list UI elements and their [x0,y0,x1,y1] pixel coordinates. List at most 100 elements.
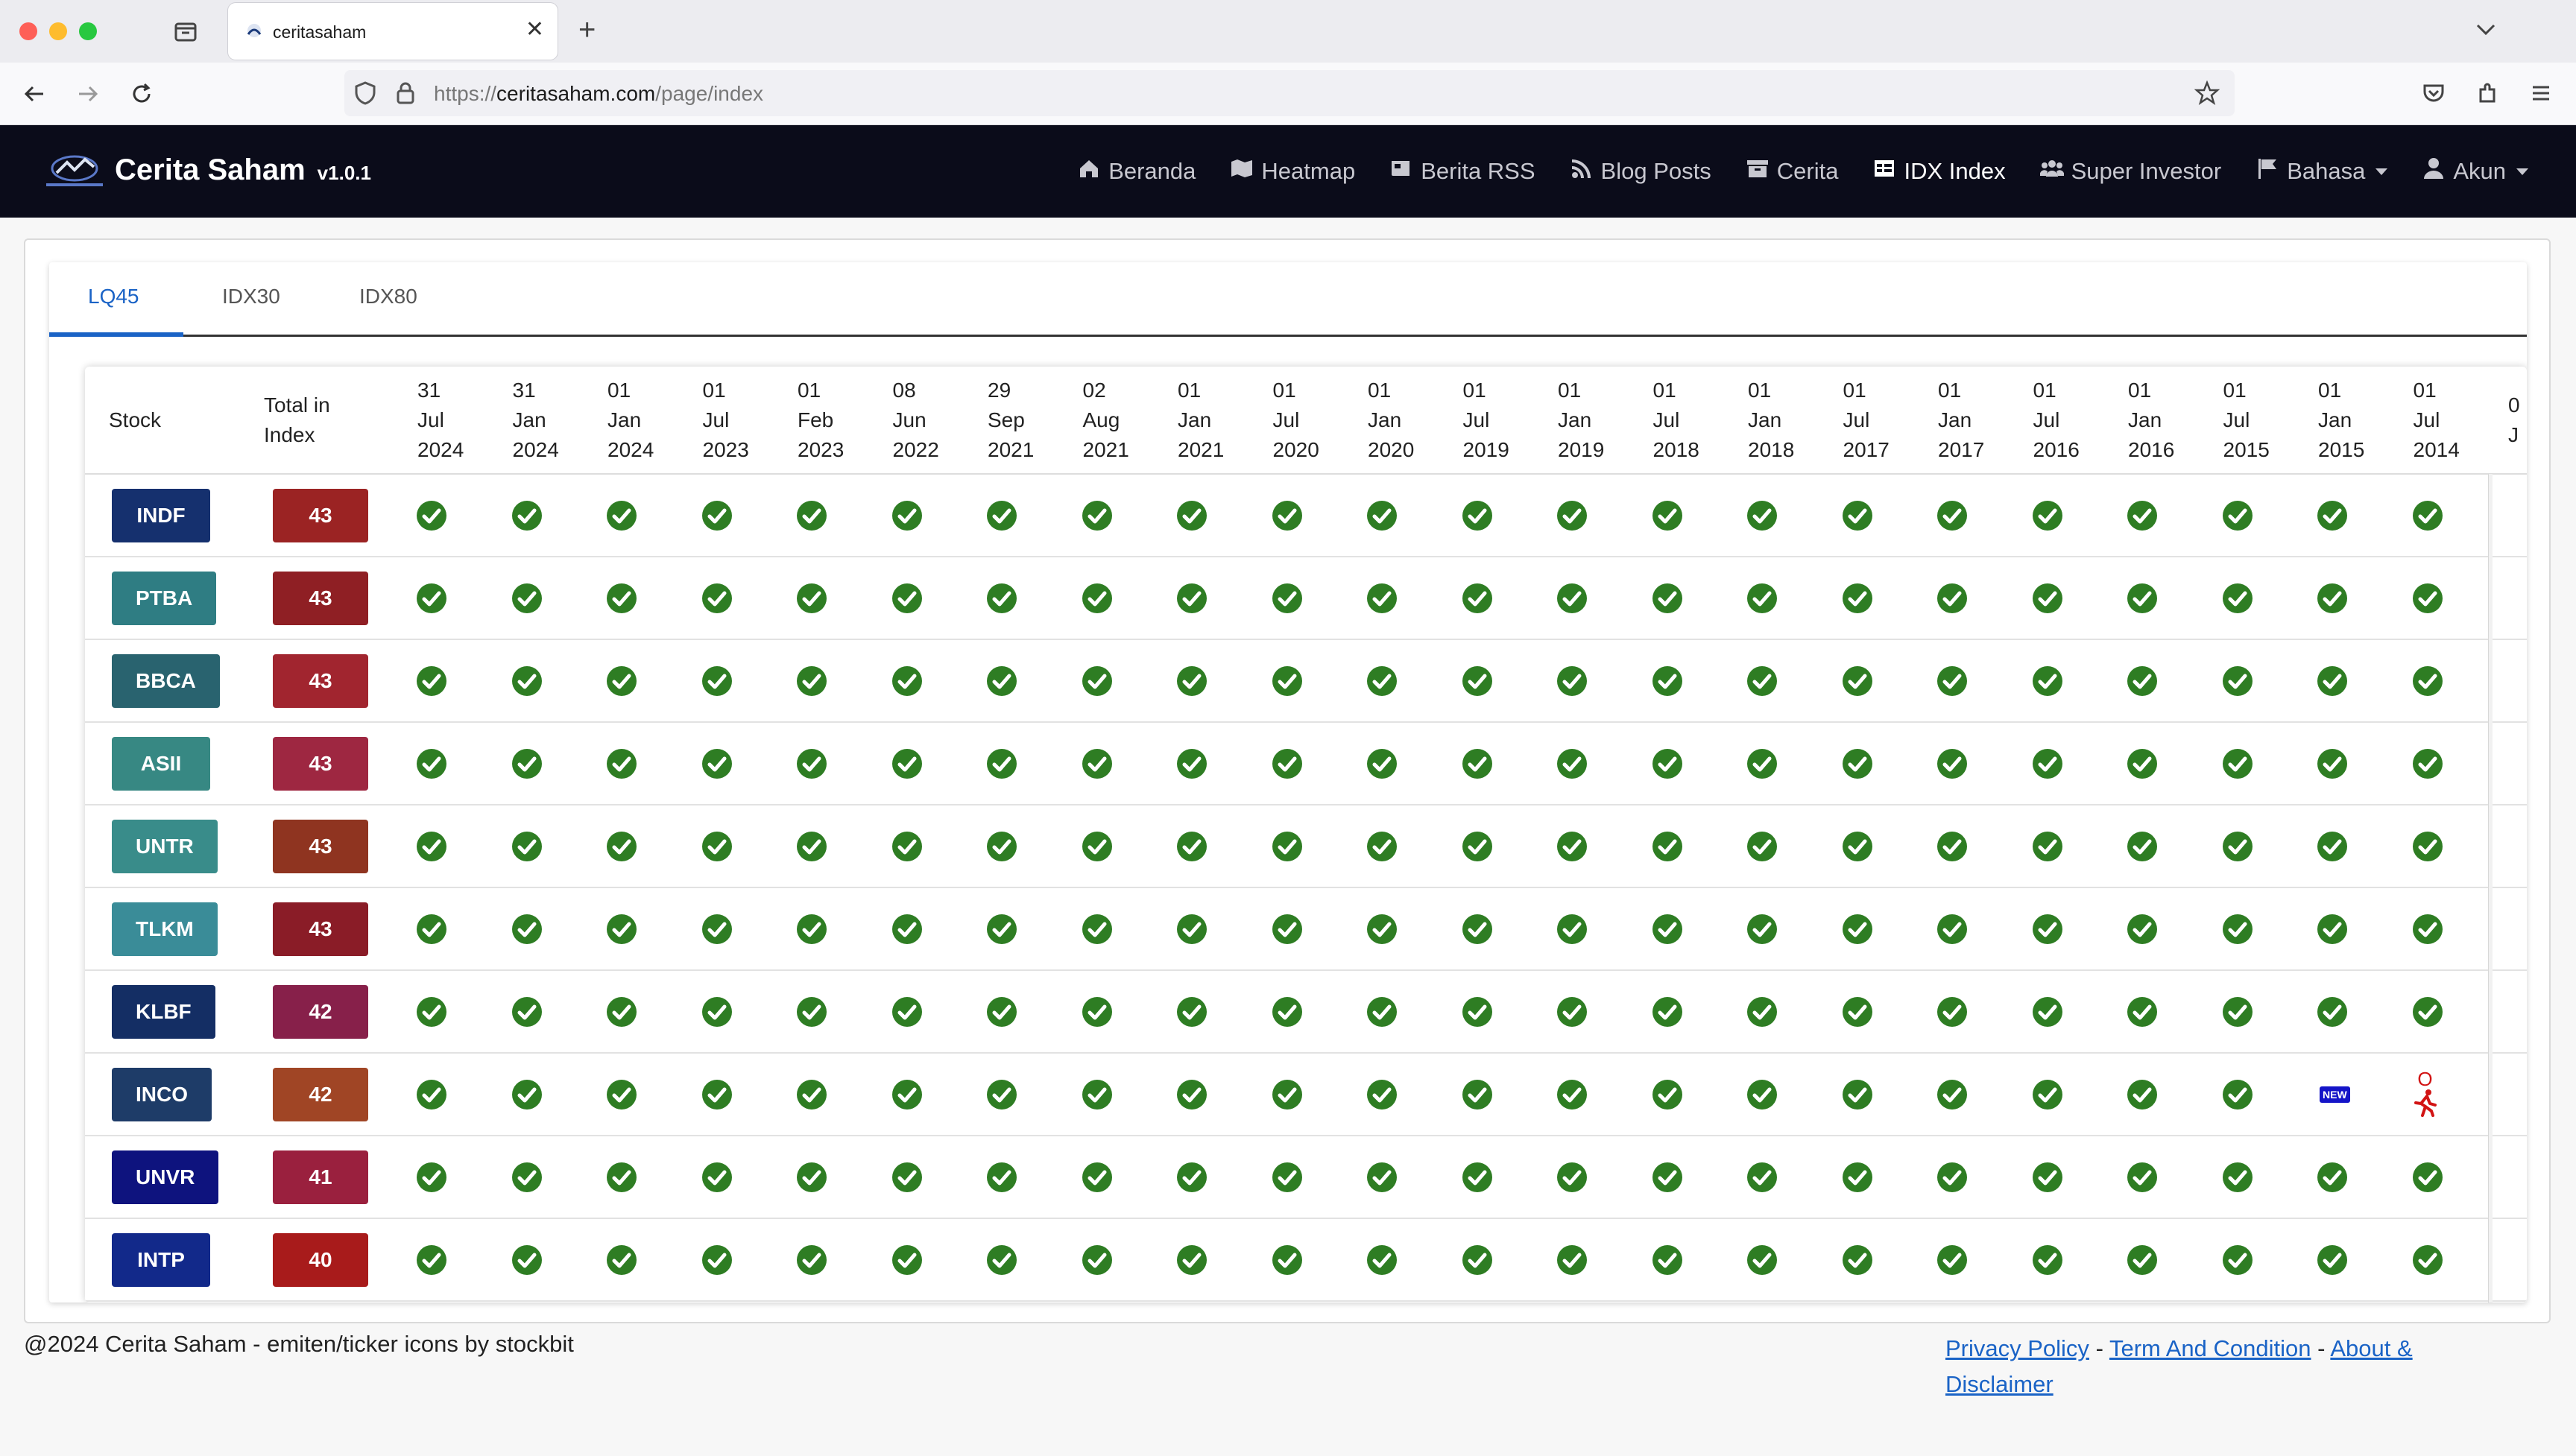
index-table-container[interactable]: Stock Total in Index 31 Jul 2024 31 Jan 2024 01 J… [85,367,2527,1303]
table-row: KLBF 42 [85,970,2527,1054]
membership-cell [2395,1218,2490,1302]
total-badge: 41 [273,1150,368,1204]
stock-badge[interactable]: INCO [112,1067,212,1121]
membership-cell [590,722,685,805]
check-circle-icon [701,583,733,614]
check-circle-icon [1366,583,1398,614]
lock-icon[interactable] [395,80,416,110]
url-domain: ceritasaham.com [496,82,656,105]
check-circle-icon [2127,1244,2158,1276]
nav-item-blog-posts[interactable]: Blog Posts [1570,156,1711,186]
menu-icon[interactable] [2528,80,2554,110]
membership-cell [1635,557,1730,640]
check-circle-icon [796,1162,827,1193]
check-circle-icon [1842,1162,1873,1193]
close-window-button[interactable] [19,22,37,40]
forward-arrow-icon[interactable] [75,80,101,112]
stock-badge[interactable]: INDF [112,488,210,542]
tab-idx80[interactable]: IDX80 [359,285,417,308]
check-circle-icon [511,1079,543,1110]
minimize-window-button[interactable] [49,22,67,40]
check-circle-icon [1462,1162,1493,1193]
date-part: Jan [607,408,642,431]
nav-item-berita-rss[interactable]: Berita RSS [1389,156,1535,186]
membership-cell [684,639,780,723]
nav-item-super-investor[interactable]: Super Investor [2039,156,2221,186]
brand-title[interactable]: Cerita Saham v1.0.1 [115,153,371,187]
stock-badge[interactable]: BBCA [112,653,220,708]
membership-cell [1540,1136,1635,1219]
address-bar[interactable]: https://ceritasaham.com/page/index [344,70,2235,116]
membership-cell [1350,1136,1445,1219]
nav-item-beranda[interactable]: Beranda [1077,156,1196,186]
membership-cell [2490,557,2527,640]
membership-cell [1540,474,1635,557]
chevron-down-icon[interactable] [2473,16,2498,46]
check-circle-icon [1082,831,1113,862]
stock-badge[interactable]: ASII [112,736,210,791]
removed-label: O [2417,1067,2433,1090]
nav-item-akun[interactable]: Akun [2422,156,2528,186]
membership-cell [970,805,1065,888]
date-part: 01 [1462,378,1486,402]
tab-overview-icon[interactable] [173,18,198,48]
stock-badge[interactable]: KLBF [112,984,215,1039]
index-tabs: LQ45 IDX30 IDX80 [49,262,2527,337]
membership-cell [1445,1136,1540,1219]
check-circle-icon [1746,1079,1778,1110]
membership-cell [2395,887,2490,971]
membership-cell [590,1218,685,1302]
tab-lq45[interactable]: LQ45 [88,285,139,308]
membership-cell [400,474,495,557]
check-circle-icon [1462,665,1493,697]
stock-cell: PTBA [85,557,252,640]
back-arrow-icon[interactable] [21,80,48,112]
check-circle-icon [891,914,923,945]
check-circle-icon [891,665,923,697]
membership-cell [684,887,780,971]
footer-link-term-and-condition[interactable]: Term And Condition [2109,1335,2311,1361]
check-circle-icon [1746,583,1778,614]
footer-link-privacy-policy[interactable]: Privacy Policy [1945,1335,2089,1361]
nav-item-heatmap[interactable]: Heatmap [1230,156,1355,186]
membership-cell [970,722,1065,805]
stock-cell: BBCA [85,639,252,723]
archive-icon [1746,156,1770,186]
stock-badge[interactable]: INTP [112,1232,210,1287]
caret-down-icon [2516,168,2528,175]
stock-badge[interactable]: PTBA [112,571,217,625]
membership-cell [2110,722,2206,805]
check-circle-icon [1462,1244,1493,1276]
check-circle-icon [511,500,543,531]
check-circle-icon [511,914,543,945]
check-circle-icon [1462,1079,1493,1110]
check-circle-icon [2032,665,2063,697]
shield-icon[interactable] [353,80,377,110]
membership-cell [2205,887,2300,971]
membership-cell [780,474,875,557]
nav-item-bahasa[interactable]: Bahasa [2255,156,2388,186]
browser-tab[interactable]: ceritasaham ✕ [228,3,558,60]
column-header-date: 01 Jan 2024 [590,367,685,475]
extensions-icon[interactable] [2475,80,2500,110]
membership-cell [2300,887,2396,971]
nav-item-idx-index[interactable]: IDX Index [1872,156,2006,186]
pocket-icon[interactable] [2421,80,2446,110]
stock-badge[interactable]: UNTR [112,819,218,873]
check-circle-icon [1366,1079,1398,1110]
check-circle-icon [1936,1079,1968,1110]
stock-badge[interactable]: TLKM [112,902,218,956]
membership-cell [1635,887,1730,971]
new-tab-icon[interactable]: + [578,15,596,45]
stock-badge[interactable]: UNVR [112,1150,219,1204]
bookmark-star-icon[interactable] [2194,80,2220,110]
membership-cell [780,1218,875,1302]
nav-item-cerita[interactable]: Cerita [1746,156,1838,186]
tab-idx30[interactable]: IDX30 [222,285,280,308]
reload-icon[interactable] [128,80,155,112]
membership-cell [2490,970,2527,1054]
close-tab-icon[interactable]: ✕ [525,16,544,42]
membership-cell [400,557,495,640]
zoom-window-button[interactable] [79,22,97,40]
date-part: 2024 [607,437,654,461]
